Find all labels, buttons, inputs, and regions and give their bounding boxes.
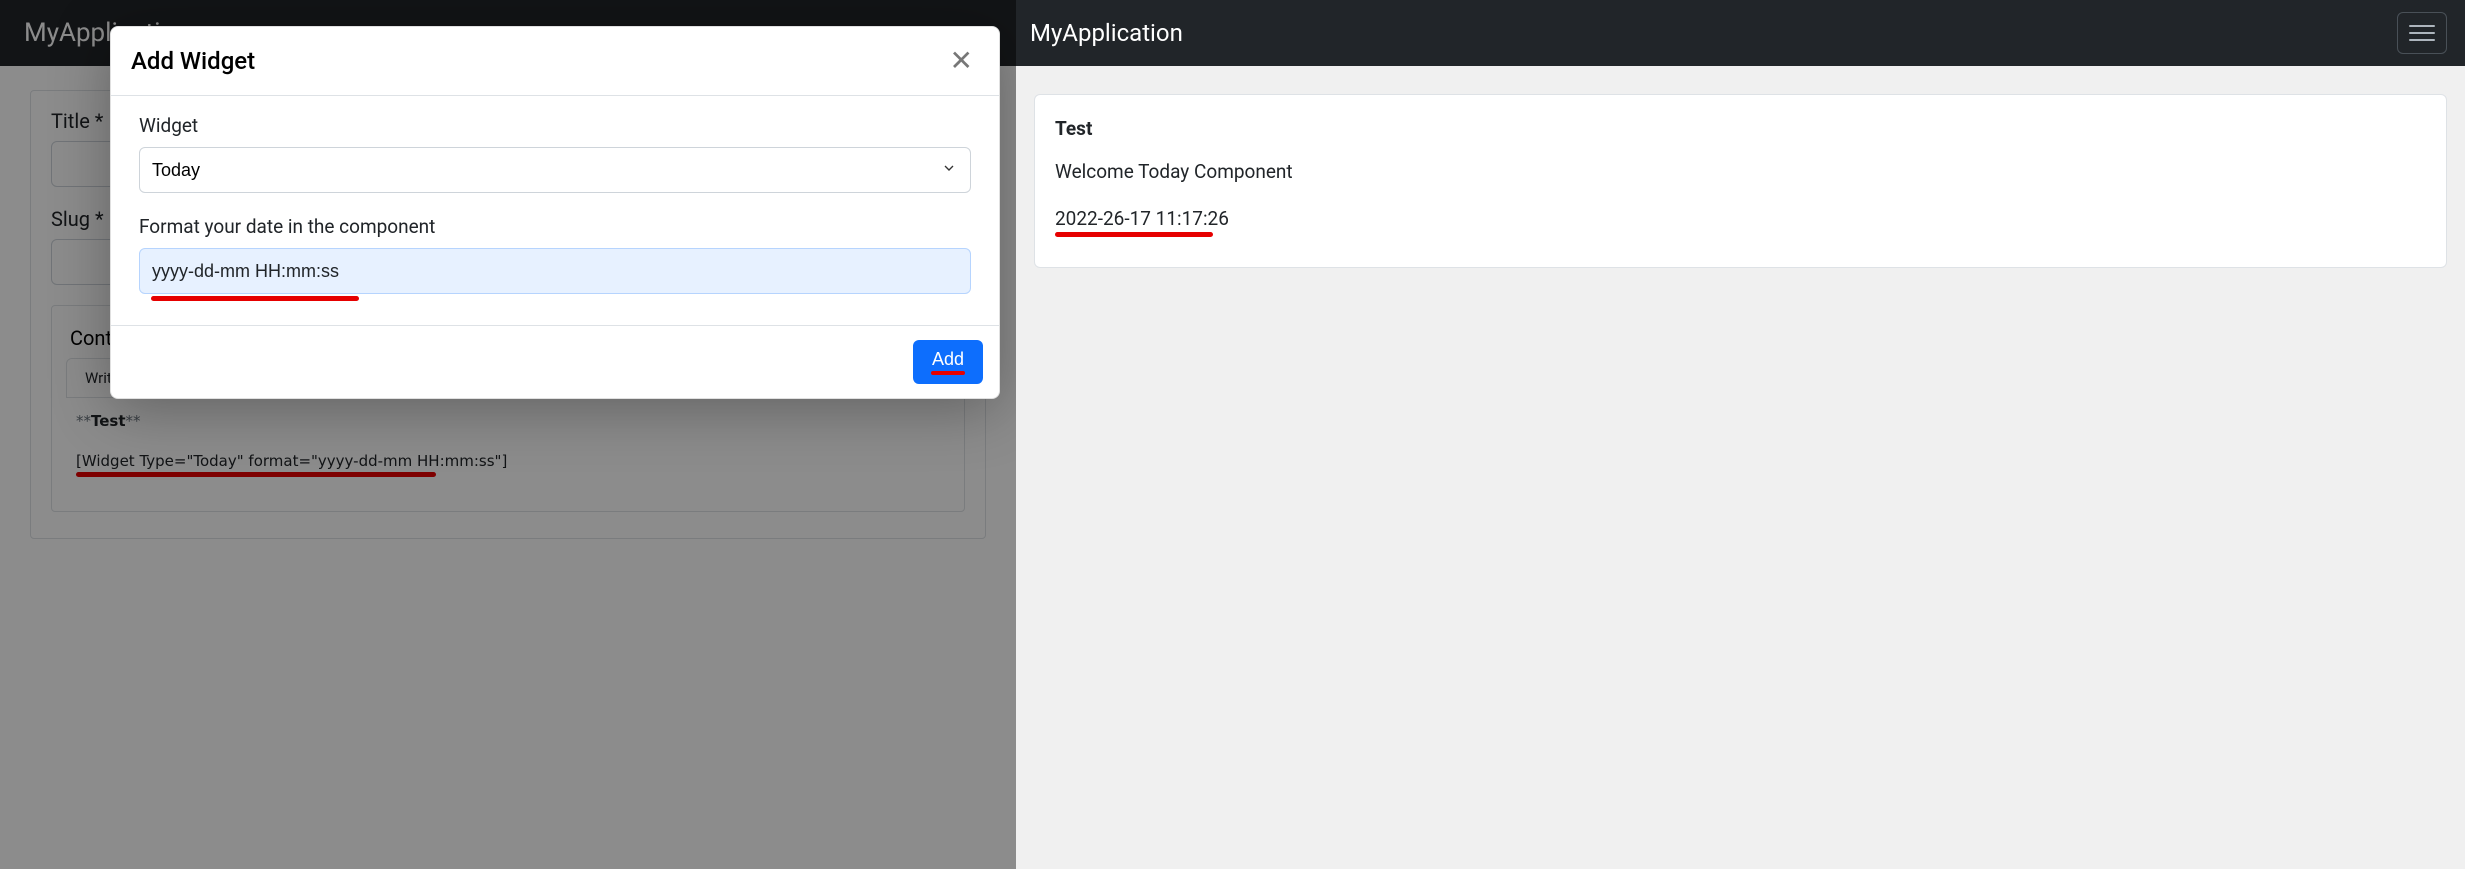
- annotation-underline: [931, 371, 965, 375]
- modal-header: Add Widget ✕: [111, 27, 999, 96]
- format-label: Format your date in the component: [139, 215, 971, 238]
- editor-pane: MyApplication Title * Slug * Content* Wr…: [0, 0, 1016, 869]
- widget-select-wrap: [139, 147, 971, 193]
- add-button[interactable]: Add: [913, 340, 983, 384]
- preview-date: 2022-26-17 11:17:26: [1055, 207, 2426, 230]
- annotation-underline: [151, 296, 359, 301]
- close-icon[interactable]: ✕: [944, 45, 979, 77]
- add-widget-modal: Add Widget ✕ Widget Format your date in …: [110, 26, 1000, 399]
- preview-heading: Test: [1055, 117, 2426, 140]
- annotation-underline: [1055, 232, 1213, 237]
- add-button-label: Add: [932, 349, 964, 369]
- widget-select-label: Widget: [139, 114, 971, 137]
- widget-select[interactable]: [139, 147, 971, 193]
- modal-footer: Add: [111, 325, 999, 398]
- preview-card: Test Welcome Today Component 2022-26-17 …: [1034, 94, 2447, 268]
- preview-pane: MyApplication Test Welcome Today Compone…: [1016, 0, 2465, 869]
- preview-welcome: Welcome Today Component: [1055, 160, 2426, 183]
- preview-brand: MyApplication: [1030, 19, 1183, 47]
- modal-title: Add Widget: [131, 47, 255, 75]
- format-input[interactable]: [139, 248, 971, 294]
- hamburger-icon[interactable]: [2397, 12, 2447, 54]
- modal-body: Widget Format your date in the component: [111, 96, 999, 325]
- preview-nav: MyApplication: [1016, 0, 2465, 66]
